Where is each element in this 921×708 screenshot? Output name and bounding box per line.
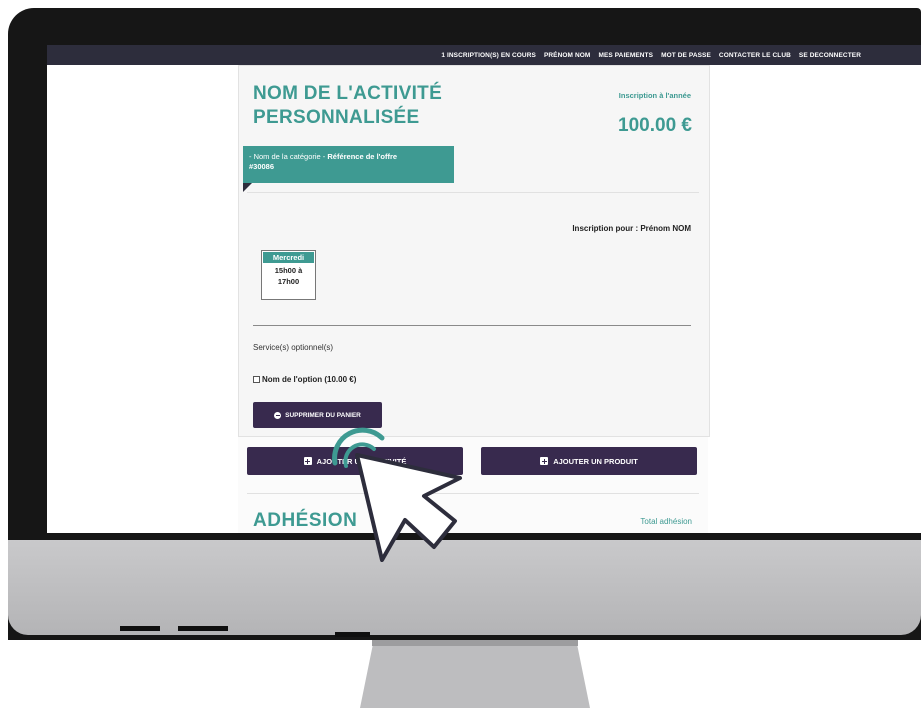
- monitor-chin: [8, 540, 921, 635]
- remove-from-cart-button[interactable]: SUPPRIMER DU PANIER: [253, 402, 382, 428]
- category-banner: - Nom de la catégorie - Référence de l'o…: [243, 146, 454, 183]
- activity-title-line1: NOM DE L'ACTIVITÉ: [253, 83, 443, 104]
- schedule-time-start: 15h00 à: [274, 266, 303, 275]
- nav-contact-club[interactable]: CONTACTER LE CLUB: [719, 52, 791, 59]
- schedule-day: Mercredi: [263, 252, 314, 263]
- category-name: - Nom de la catégorie -: [249, 152, 328, 161]
- divider: [247, 493, 699, 494]
- chin-artifact: [120, 626, 160, 631]
- divider: [247, 192, 699, 193]
- option-label: Nom de l'option (10.00 €): [262, 375, 357, 384]
- chin-artifact: [178, 626, 228, 631]
- add-activity-label: AJOUTER UNE ACTIVITÉ: [316, 456, 407, 466]
- nav-user-name[interactable]: PRÉNOM NOM: [544, 52, 591, 59]
- minus-circle-icon: [274, 411, 282, 419]
- add-product-button[interactable]: AJOUTER UN PRODUIT: [481, 447, 697, 475]
- monitor-stand-shadow: [372, 640, 578, 646]
- schedule-time-end: 17h00: [277, 277, 300, 286]
- add-product-label: AJOUTER UN PRODUIT: [553, 456, 638, 466]
- top-navbar: 1 INSCRIPTION(S) EN COURS PRÉNOM NOM MES…: [47, 45, 921, 65]
- schedule-time: 15h00 à 17h00: [262, 265, 315, 287]
- banner-fold: [243, 183, 252, 192]
- monitor-stand: [360, 640, 590, 708]
- plus-square-icon: [540, 457, 549, 465]
- divider: [253, 325, 691, 326]
- nav-cart-registrations[interactable]: 1 INSCRIPTION(S) EN COURS: [441, 52, 536, 59]
- nav-password[interactable]: MOT DE PASSE: [661, 52, 711, 59]
- optional-services-label: Service(s) optionnel(s): [253, 343, 334, 352]
- plus-square-icon: [303, 457, 312, 465]
- chin-artifact: [335, 632, 370, 637]
- nav-logout[interactable]: SE DECONNECTER: [799, 52, 861, 59]
- schedule-box: Mercredi 15h00 à 17h00: [261, 250, 316, 300]
- option-checkbox-row[interactable]: Nom de l'option (10.00 €): [253, 375, 356, 384]
- activity-title-line2: PERSONNALISÉE: [253, 107, 420, 128]
- option-checkbox[interactable]: [253, 376, 260, 383]
- add-activity-button[interactable]: AJOUTER UNE ACTIVITÉ: [247, 447, 463, 475]
- offer-reference: Référence de l'offre: [327, 152, 398, 161]
- activity-plan: Inscription à l'année: [618, 91, 691, 100]
- screen: 1 INSCRIPTION(S) EN COURS PRÉNOM NOM MES…: [47, 45, 921, 533]
- registration-for: Inscription pour : Prénom NOM: [572, 224, 691, 233]
- membership-title: ADHÉSION: [253, 510, 358, 531]
- membership-total-label: Total adhésion: [640, 517, 692, 526]
- activity-price: 100.00 €: [618, 115, 692, 136]
- remove-from-cart-label: SUPPRIMER DU PANIER: [285, 411, 361, 419]
- top-nav-links: 1 INSCRIPTION(S) EN COURS PRÉNOM NOM MES…: [441, 45, 861, 65]
- nav-payments[interactable]: MES PAIEMENTS: [598, 52, 653, 59]
- offer-id: #30086: [249, 162, 275, 171]
- activity-title: NOM DE L'ACTIVITÉ PERSONNALISÉE: [253, 82, 513, 130]
